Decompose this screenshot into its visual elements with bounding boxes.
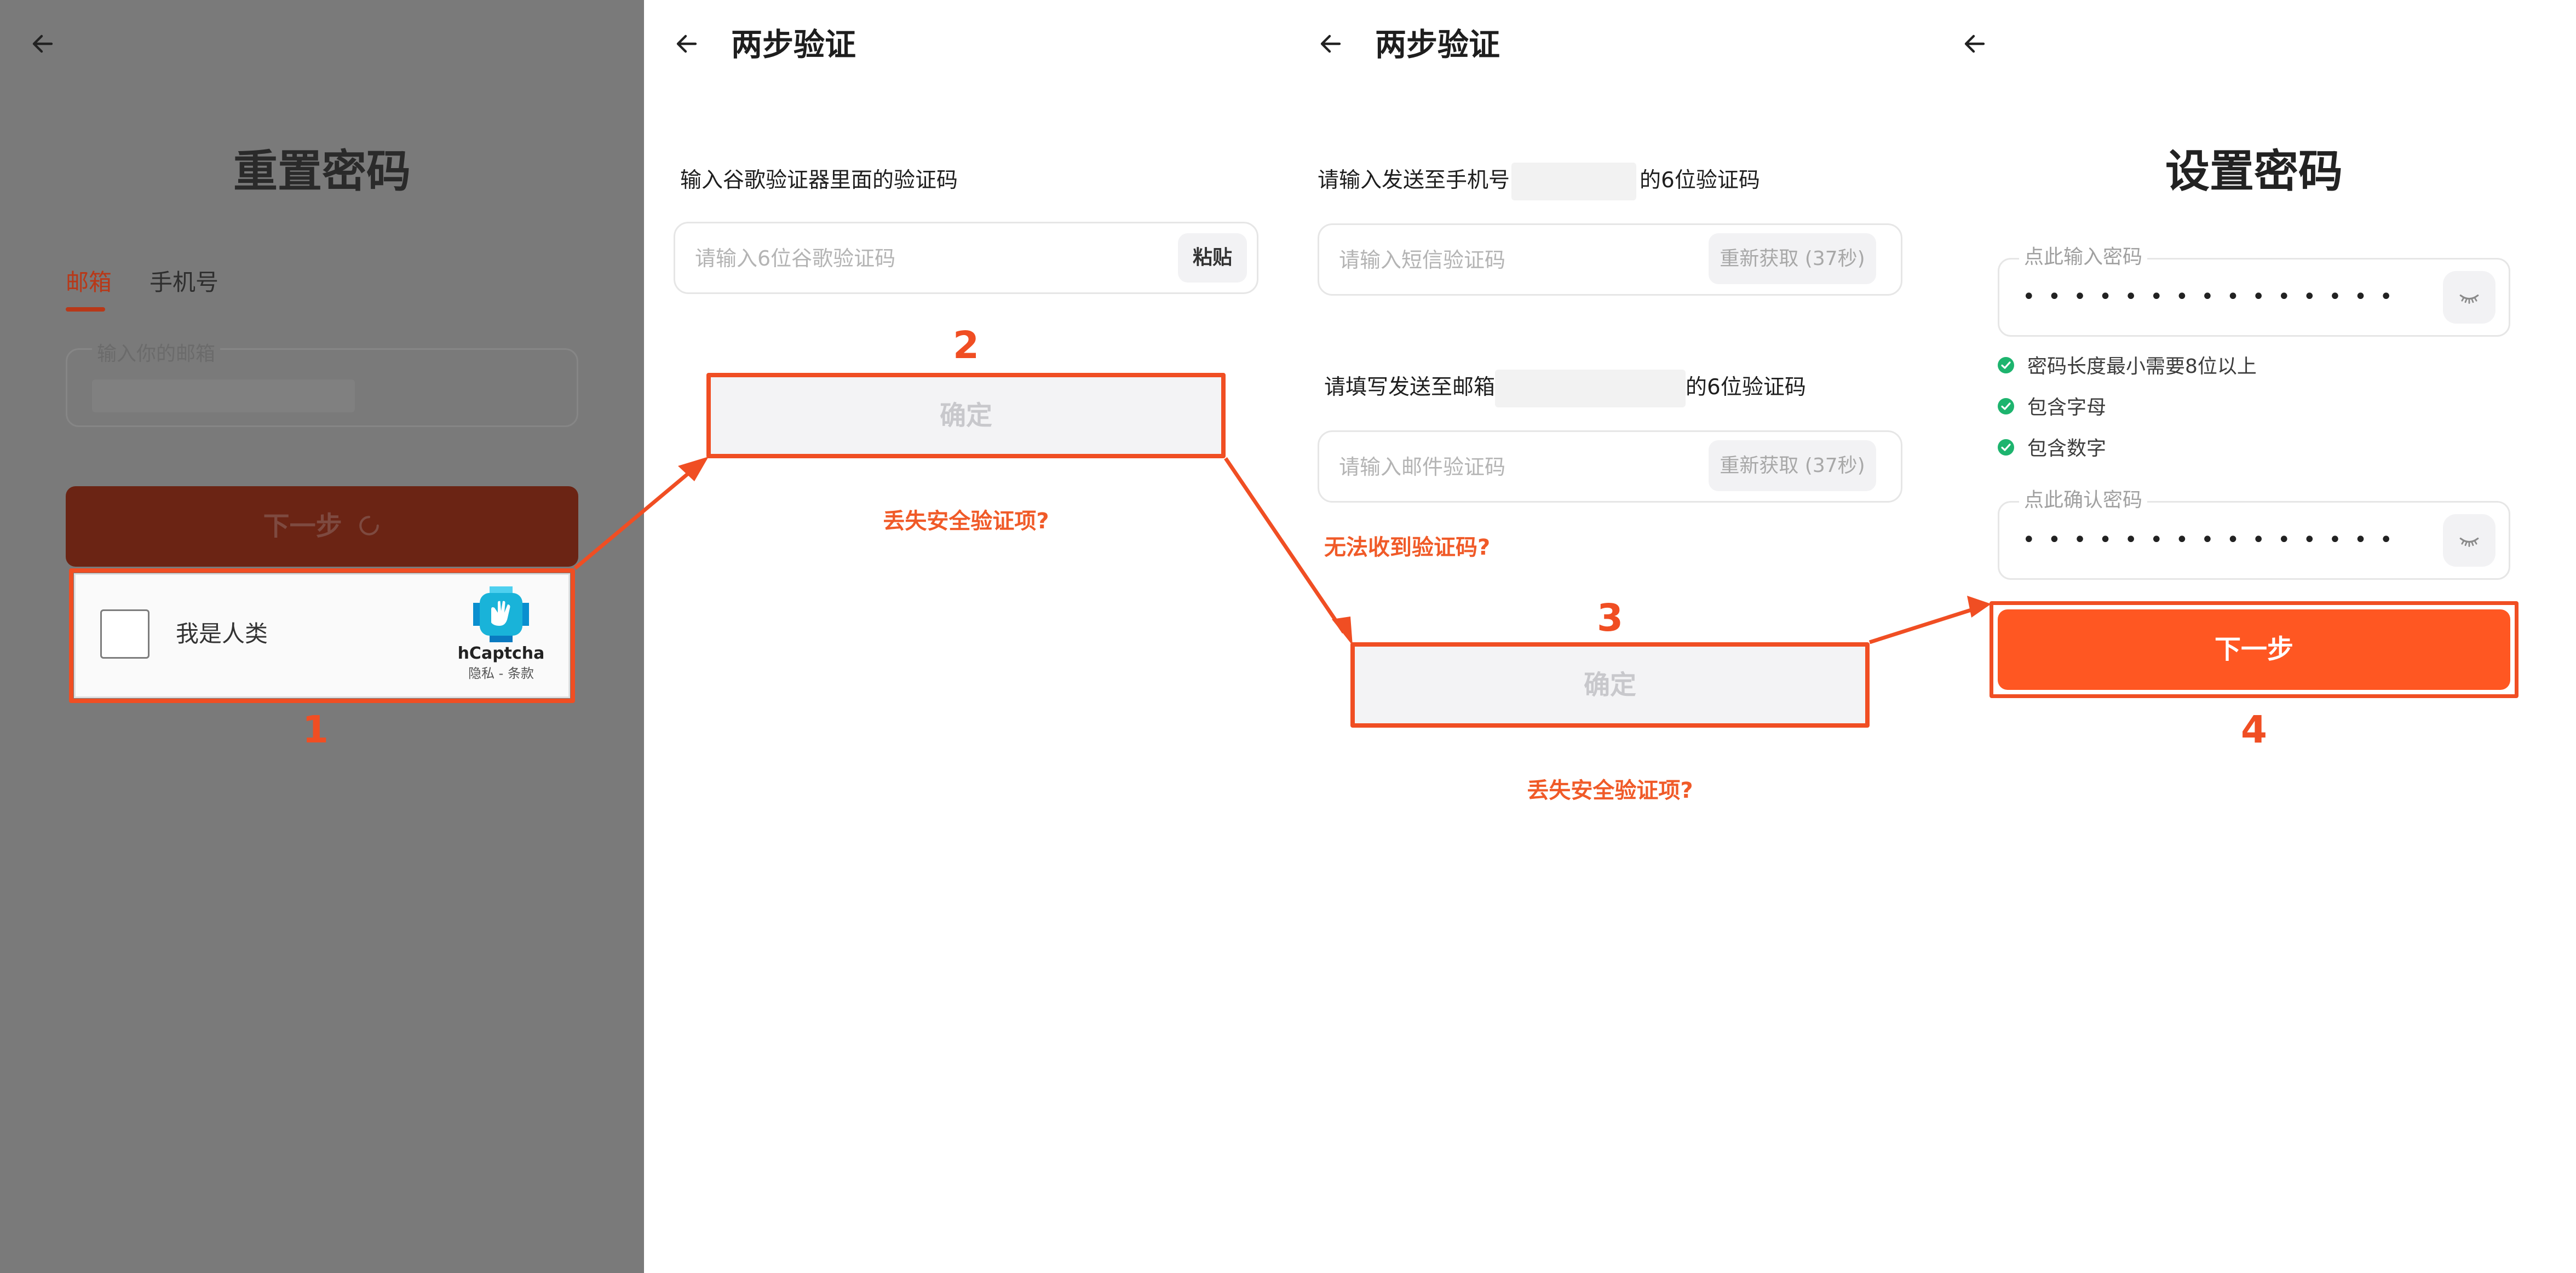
sms-code-input[interactable]: 请输入短信验证码 重新获取 (37秒) bbox=[1318, 223, 1902, 296]
next-button-label: 下一步 bbox=[263, 511, 342, 542]
set-password-screen: 设置密码 点此输入密码 ••••••••••••••• 密码长度最小需要8位以上… bbox=[1932, 0, 2576, 1273]
password-masked-value: ••••••••••••••• bbox=[2022, 284, 2405, 309]
step-highlight-1 bbox=[69, 568, 575, 703]
password-field-label: 点此输入密码 bbox=[2019, 246, 2148, 268]
email-value-masked bbox=[92, 379, 355, 412]
no-code-link[interactable]: 无法收到验证码? bbox=[1324, 535, 1490, 560]
email-prompt-suffix: 的6位验证码 bbox=[1686, 375, 1806, 400]
tab-email[interactable]: 邮箱 bbox=[66, 269, 112, 296]
step-number-3: 3 bbox=[1596, 596, 1623, 640]
page-title: 重置密码 bbox=[233, 146, 411, 198]
step-highlight-4 bbox=[1990, 601, 2519, 698]
email-field-label: 输入你的邮箱 bbox=[92, 343, 221, 365]
check-circle-icon bbox=[1998, 357, 2014, 373]
masked-email-address bbox=[1495, 370, 1686, 407]
tab-phone[interactable]: 手机号 bbox=[150, 269, 219, 296]
eye-closed-icon bbox=[2459, 294, 2479, 304]
google-code-input[interactable]: 请输入6位谷歌验证码 粘贴 bbox=[674, 222, 1258, 294]
masked-phone-number bbox=[1511, 163, 1636, 200]
check-circle-icon bbox=[1998, 439, 2014, 456]
email-code-input[interactable]: 请输入邮件验证码 重新获取 (37秒) bbox=[1318, 430, 1902, 503]
google-code-placeholder: 请输入6位谷歌验证码 bbox=[695, 246, 896, 270]
page-title: 两步验证 bbox=[1375, 27, 1500, 63]
phone-prompt-suffix: 的6位验证码 bbox=[1640, 168, 1760, 193]
rule-text: 密码长度最小需要8位以上 bbox=[2027, 355, 2257, 378]
step-number-2: 2 bbox=[952, 324, 979, 367]
tab-active-indicator bbox=[66, 307, 105, 312]
phone-prompt-prefix: 请输入发送至手机号 bbox=[1318, 168, 1510, 193]
password-field[interactable]: 点此输入密码 ••••••••••••••• bbox=[1998, 246, 2510, 337]
confirm-password-field[interactable]: 点此确认密码 ••••••••••••••• bbox=[1998, 489, 2510, 580]
eye-closed-icon bbox=[2459, 537, 2479, 547]
two-step-google-screen: 两步验证 输入谷歌验证器里面的验证码 请输入6位谷歌验证码 粘贴 2 确定 丢失… bbox=[644, 0, 1288, 1273]
rule-text: 包含数字 bbox=[2027, 437, 2107, 460]
rule-has-letter: 包含字母 bbox=[1998, 394, 2106, 422]
rule-text: 包含字母 bbox=[2027, 396, 2107, 419]
step-number-1: 1 bbox=[302, 708, 329, 752]
rule-min-length: 密码长度最小需要8位以上 bbox=[1998, 353, 2257, 381]
lost-security-link[interactable]: 丢失安全验证项? bbox=[1288, 779, 1932, 803]
email-resend-button[interactable]: 重新获取 (37秒) bbox=[1709, 440, 1876, 491]
step-highlight-3 bbox=[1350, 642, 1870, 728]
step-number-4: 4 bbox=[2240, 708, 2267, 752]
back-arrow-icon[interactable] bbox=[30, 31, 56, 57]
toggle-visibility-button[interactable] bbox=[2443, 514, 2496, 567]
email-code-placeholder: 请输入邮件验证码 bbox=[1339, 455, 1506, 479]
sms-code-placeholder: 请输入短信验证码 bbox=[1339, 248, 1506, 272]
toggle-visibility-button[interactable] bbox=[2443, 271, 2496, 324]
confirm-password-masked-value: ••••••••••••••• bbox=[2022, 527, 2405, 552]
next-button[interactable]: 下一步 bbox=[66, 486, 578, 567]
page-title: 设置密码 bbox=[2165, 146, 2343, 198]
google-code-prompt: 输入谷歌验证器里面的验证码 bbox=[680, 168, 958, 193]
back-arrow-icon[interactable] bbox=[1318, 31, 1344, 57]
back-arrow-icon[interactable] bbox=[1962, 31, 1988, 57]
confirm-password-label: 点此确认密码 bbox=[2019, 489, 2148, 511]
back-arrow-icon[interactable] bbox=[674, 31, 700, 57]
email-prompt-prefix: 请填写发送至邮箱 bbox=[1324, 375, 1496, 400]
rule-has-digit: 包含数字 bbox=[1998, 435, 2106, 463]
step-highlight-2 bbox=[706, 373, 1226, 458]
email-field[interactable]: 输入你的邮箱 bbox=[66, 343, 578, 427]
page-title: 两步验证 bbox=[731, 27, 856, 63]
loading-spinner-icon bbox=[359, 516, 380, 535]
sms-resend-button[interactable]: 重新获取 (37秒) bbox=[1709, 233, 1876, 284]
check-circle-icon bbox=[1998, 398, 2014, 414]
two-step-sms-email-screen: 两步验证 请输入发送至手机号 的6位验证码 请输入短信验证码 重新获取 (37秒… bbox=[1288, 0, 1932, 1273]
lost-security-link[interactable]: 丢失安全验证项? bbox=[644, 509, 1288, 533]
paste-button[interactable]: 粘贴 bbox=[1178, 233, 1247, 283]
